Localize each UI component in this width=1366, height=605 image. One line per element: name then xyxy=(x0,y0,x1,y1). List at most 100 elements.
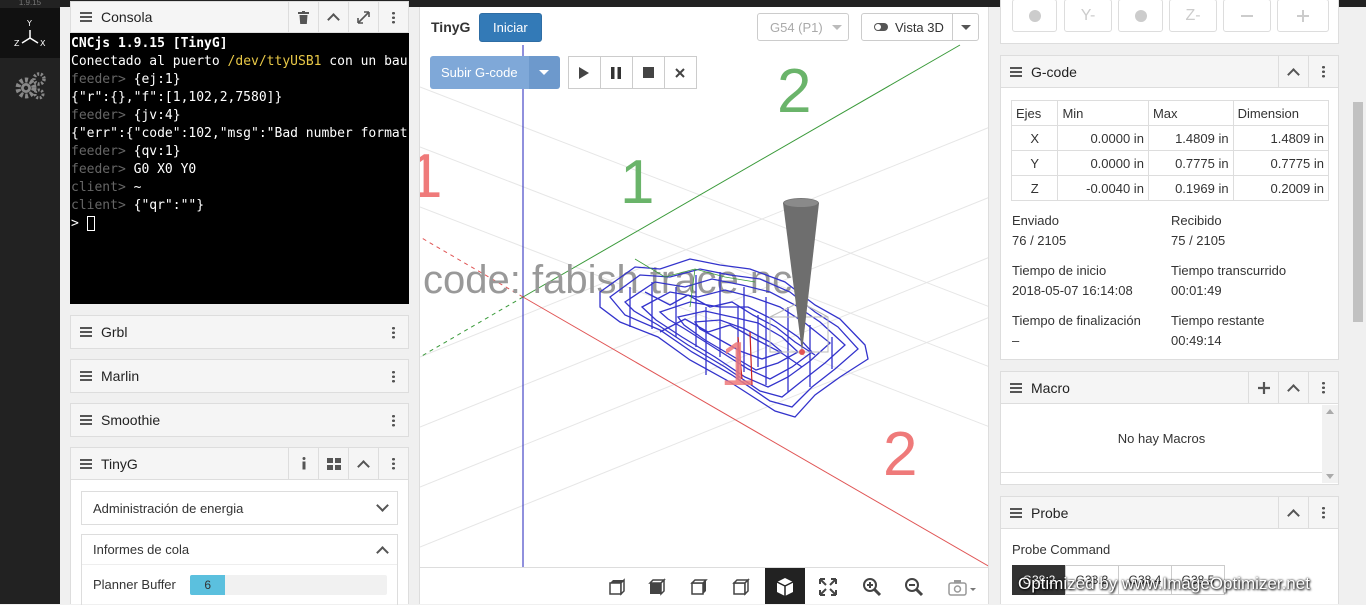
drag-handle-icon[interactable] xyxy=(71,327,101,337)
console-prefix: feeder> xyxy=(71,162,134,177)
more-menu-icon[interactable] xyxy=(378,317,408,348)
macro-scrollbar[interactable] xyxy=(1322,405,1338,483)
chevron-down-icon[interactable] xyxy=(952,13,978,41)
drag-handle-icon[interactable] xyxy=(1001,382,1031,393)
table-cell: 0.7775 in xyxy=(1147,150,1234,176)
visualizer-canvas[interactable]: 2 1 1 2 code: fabish trace nc 1 xyxy=(420,7,989,567)
console-prefix: feeder> xyxy=(71,72,134,87)
toggle-icon xyxy=(874,23,888,31)
console-line: {"r":{},"f":[1,102,2,7580]} xyxy=(71,89,408,107)
view-left-icon[interactable] xyxy=(721,568,761,604)
tinyg-title: TinyG xyxy=(101,455,138,472)
console-text: {"r":{},"f":[1,102,2,7580]} xyxy=(71,90,283,105)
console-port: /dev/ttyUSB1 xyxy=(227,54,322,69)
drag-handle-icon[interactable] xyxy=(1001,507,1031,518)
jog-z-minus-button[interactable]: Z- xyxy=(1169,0,1217,32)
wcs-select[interactable]: G54 (P1) xyxy=(757,13,849,41)
y-axis-label-2: 2 xyxy=(777,57,811,126)
more-menu-icon[interactable] xyxy=(1308,497,1338,528)
svg-text:X: X xyxy=(40,39,46,48)
console-widget: Consola xyxy=(70,1,409,33)
start-time-label: Tiempo de inicio xyxy=(1012,263,1107,278)
table-header: Dimension xyxy=(1232,100,1330,126)
table-header: Ejes xyxy=(1010,100,1059,126)
stop-button[interactable] xyxy=(631,56,665,89)
jog-xminus-yplus-button[interactable] xyxy=(1012,0,1057,32)
settings-gear-icon[interactable] xyxy=(0,60,60,112)
view-mode-select[interactable]: Vista 3D xyxy=(861,13,979,41)
more-menu-icon[interactable] xyxy=(378,405,408,436)
drag-handle-icon[interactable] xyxy=(71,458,101,469)
drag-handle-icon[interactable] xyxy=(1001,66,1031,77)
view-3d-icon[interactable] xyxy=(765,568,805,604)
table-cell: 0.1969 in xyxy=(1147,175,1234,201)
finish-time-value: – xyxy=(1012,333,1020,348)
start-button[interactable]: Iniciar xyxy=(479,13,542,42)
axes-jog-widget: Y- Z- xyxy=(1000,0,1339,44)
console-text: Conectado al puerto xyxy=(71,54,228,69)
upload-gcode-button[interactable]: Subir G-code xyxy=(430,56,529,89)
drag-handle-icon[interactable] xyxy=(71,415,101,425)
drag-handle-icon[interactable] xyxy=(71,12,101,22)
plus-icon[interactable] xyxy=(1277,0,1329,32)
console-terminal[interactable]: CNCjs 1.9.15 [TinyG] Conectado al puerto … xyxy=(70,33,409,304)
collapse-button[interactable] xyxy=(1278,497,1308,528)
view-right-icon[interactable] xyxy=(679,568,719,604)
more-menu-icon[interactable] xyxy=(378,1,408,33)
scrollbar-thumb[interactable] xyxy=(1353,102,1363,322)
drag-handle-icon[interactable] xyxy=(71,371,101,381)
close-icon[interactable] xyxy=(663,56,697,89)
remaining-time-value: 00:49:14 xyxy=(1171,333,1222,348)
jog-y-minus-button[interactable]: Y- xyxy=(1064,0,1112,32)
trash-icon[interactable] xyxy=(288,1,318,33)
page-scrollbar[interactable] xyxy=(1350,7,1366,604)
more-menu-icon[interactable] xyxy=(1308,56,1338,87)
expand-icon[interactable] xyxy=(348,1,378,33)
console-prefix: feeder> xyxy=(71,144,134,159)
camera-icon[interactable] xyxy=(938,568,986,604)
visualizer-toolbar: TinyG Iniciar G54 (P1) Vista 3D xyxy=(420,7,988,45)
upload-dropdown-toggle[interactable] xyxy=(528,56,560,89)
probe-command-label: Probe Command xyxy=(1012,542,1111,557)
view-front-icon[interactable] xyxy=(637,568,677,604)
gcode-widget: G-code Ejes Min Max Dimension X 0.0000 in 1.4… xyxy=(1000,55,1339,360)
info-icon[interactable] xyxy=(288,448,318,479)
collapse-button[interactable] xyxy=(1278,372,1308,403)
add-macro-icon[interactable] xyxy=(1248,372,1278,403)
table-cell: Z xyxy=(1010,175,1059,201)
play-button[interactable] xyxy=(567,56,601,89)
more-menu-icon[interactable] xyxy=(378,361,408,392)
pause-button[interactable] xyxy=(599,56,633,89)
zoom-in-icon[interactable] xyxy=(852,568,892,604)
zoom-out-icon[interactable] xyxy=(894,568,934,604)
grid-icon[interactable] xyxy=(318,448,348,479)
queue-reports-section: Informes de cola Planner Buffer 6 xyxy=(81,534,398,605)
y-axis-label-1: 1 xyxy=(620,148,654,217)
smoothie-title: Smoothie xyxy=(101,412,161,428)
probe-title: Probe xyxy=(1031,504,1069,521)
table-cell: 0.0000 in xyxy=(1057,125,1149,151)
collapse-button[interactable] xyxy=(348,448,378,479)
minus-icon[interactable] xyxy=(1223,0,1271,32)
fit-view-icon[interactable] xyxy=(808,568,848,604)
sent-value: 76 / 2105 xyxy=(1012,233,1067,248)
elapsed-time-label: Tiempo transcurrido xyxy=(1171,263,1287,278)
more-menu-icon[interactable] xyxy=(1308,372,1338,403)
queue-reports-header[interactable]: Informes de cola xyxy=(82,535,397,565)
gcode-filename-overlay: code: fabish trace nc xyxy=(423,258,792,302)
power-management-section[interactable]: Administración de energia xyxy=(81,491,398,525)
console-text: {jv:4} xyxy=(133,108,181,123)
planner-buffer-fill: 6 xyxy=(190,575,226,595)
x-axis-label-center: 1 xyxy=(720,330,754,399)
view-top-icon[interactable] xyxy=(597,568,637,604)
console-text: ~ xyxy=(133,180,142,195)
visualizer-widget: 2 1 1 2 code: fabish trace nc 1 xyxy=(419,7,989,604)
workspace-axes-icon[interactable]: Y Z X xyxy=(0,8,60,58)
more-menu-icon[interactable] xyxy=(378,448,408,479)
start-time-value: 2018-05-07 16:14:08 xyxy=(1012,283,1133,298)
console-text: G0 X0 Y0 xyxy=(133,162,197,177)
collapse-button[interactable] xyxy=(1278,56,1308,87)
collapse-button[interactable] xyxy=(318,1,348,33)
table-header: Max xyxy=(1147,100,1234,126)
jog-xplus-yminus-button[interactable] xyxy=(1118,0,1163,32)
